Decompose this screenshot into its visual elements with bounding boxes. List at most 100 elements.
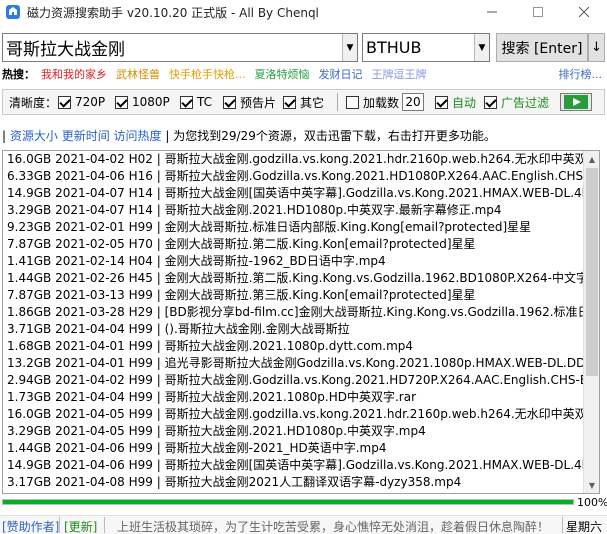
checkbox-label: 1080P (132, 95, 170, 109)
checkbox-box[interactable] (115, 95, 128, 109)
checkbox-label: 其它 (300, 95, 325, 110)
result-row[interactable]: 1.44GB 2021-02-26 H45 | 金刚大战哥斯拉.第二版.King… (3, 270, 584, 287)
clarity-label-text: 清晰度： (9, 95, 58, 110)
result-row[interactable]: 1.44GB 2021-04-06 H99 | 哥斯拉大战金刚-2021_HD英… (3, 440, 584, 457)
result-row[interactable]: 6.33GB 2021-04-06 H16 | 哥斯拉大战金刚.Godzilla… (3, 168, 584, 185)
maximize-icon[interactable] (515, 0, 561, 24)
result-summary: | 为您找到29/29个资源，双击迅雷下载，右击打开更多功能。 (165, 129, 496, 143)
sort-by-time-link[interactable]: 更新时间 (62, 129, 110, 143)
hot-search-bar: 热搜： 我和我的家乡 武林怪兽 快手枪手快枪... 夏洛特烦恼 发财日记 王牌逗… (2, 66, 605, 82)
checkbox-box[interactable] (180, 95, 193, 109)
window-title: 磁力资源搜索助手 v20.10.20 正式版 - All By Chenql (27, 5, 319, 20)
hot-item[interactable]: 夏洛特烦恼 (255, 66, 310, 82)
update-link[interactable]: [更新] (64, 518, 97, 534)
status-divider (562, 517, 563, 533)
vertical-scrollbar[interactable]: ▲ ▼ (583, 151, 599, 493)
clarity-label: 清晰度： (9, 94, 57, 110)
checkbox-ad-filter[interactable]: 广告过滤 (484, 94, 549, 110)
search-button[interactable]: 搜索 [Enter] (496, 33, 588, 62)
result-row[interactable]: 14.9GB 2021-04-06 H99 | 哥斯拉大战金刚[国英语中英字幕]… (3, 457, 584, 474)
result-row[interactable]: 1.86GB 2021-03-28 H29 | [BD影视分享bd-film.c… (3, 304, 584, 321)
checkbox-box[interactable] (346, 95, 359, 109)
ranking-link[interactable]: 排行榜... (559, 66, 603, 82)
scroll-thumb[interactable] (586, 168, 598, 376)
checkbox-box[interactable] (283, 95, 296, 109)
checkbox-other[interactable]: 其它 (283, 94, 324, 110)
checkbox-label: 广告过滤 (501, 95, 550, 110)
checkbox-label: TC (197, 95, 213, 109)
result-row[interactable]: 9.23GB 2021-02-01 H99 | 金刚大战哥斯拉.标准日语内部版.… (3, 219, 584, 236)
search-input[interactable] (3, 34, 343, 61)
progress-label: 100% (577, 496, 607, 509)
checkbox-box[interactable] (223, 95, 236, 109)
hot-item[interactable]: 我和我的家乡 (41, 66, 107, 82)
engine-dropdown-button[interactable]: ▼ (474, 34, 489, 61)
result-row[interactable]: 1.68GB 2021-04-01 H99 | 哥斯拉大战金刚.2021.108… (3, 338, 584, 355)
result-row[interactable]: 14.9GB 2021-04-07 H14 | 哥斯拉大战金刚[国英语中英字幕]… (3, 185, 584, 202)
hot-item[interactable]: 王牌逗王牌 (372, 66, 427, 82)
status-bar: [赞助作者] [更新] 上班生活极其琐碎，为了生计吃苦受累，身心憔悴无处消沮，趁… (0, 515, 607, 534)
result-row[interactable]: 1.41GB 2021-02-14 H04 | 金刚大战哥斯拉-1962_BD日… (3, 253, 584, 270)
checkbox-auto[interactable]: 自动 (435, 94, 476, 110)
scroll-up-icon[interactable]: ▲ (584, 151, 599, 167)
result-row[interactable]: 3.29GB 2021-04-05 H99 | 哥斯拉大战金刚.2021.HD1… (3, 423, 584, 440)
app-logo-icon (6, 5, 20, 19)
minimize-icon[interactable] (469, 0, 515, 24)
result-row[interactable]: 3.17GB 2021-04-08 H99 | 哥斯拉大战金刚2021人工翻译双… (3, 474, 584, 491)
result-row[interactable]: 7.87GB 2021-03-13 H99 | 金刚大战哥斯拉.第三版.King… (3, 287, 584, 304)
result-row[interactable]: 2.94GB 2021-04-02 H99 | 哥斯拉大战金刚.Godzilla… (3, 372, 584, 389)
result-row[interactable]: 3.71GB 2021-04-04 H99 | ().哥斯拉大战金刚.金刚大战哥… (3, 321, 584, 338)
checkbox-box[interactable] (435, 95, 448, 109)
checkbox-720p[interactable]: 720P (58, 94, 105, 110)
divider (337, 93, 338, 111)
checkbox-trailer[interactable]: 预告片 (223, 94, 276, 110)
checkbox-box[interactable] (58, 95, 71, 109)
result-row[interactable]: 3.29GB 2021-04-07 H14 | 哥斯拉大战金刚.2021.HD1… (3, 202, 584, 219)
hot-item[interactable]: 快手枪手快枪... (169, 66, 246, 82)
status-divider (104, 517, 105, 533)
checkbox-box[interactable] (484, 95, 497, 109)
sponsor-link[interactable]: [赞助作者] (2, 518, 59, 534)
result-list-body: 16.0GB 2021-04-02 H02 | 哥斯拉大战金刚.godzilla… (3, 151, 584, 493)
result-row[interactable]: 1.73GB 2021-04-04 H99 | 哥斯拉大战金刚.2021.108… (3, 389, 584, 406)
close-icon[interactable] (561, 0, 607, 24)
dropdown-arrow-icon: ▼ (478, 42, 486, 53)
checkbox-load-count[interactable]: 加载数 20 (346, 93, 425, 111)
load-count-input[interactable]: 20 (402, 93, 425, 111)
info-separator: | (2, 129, 10, 143)
status-message: 上班生活极其琐碎，为了生计吃苦受累，身心憔悴无处消沮，趁着假日休息陶醉！ (117, 520, 550, 534)
sort-by-heat-link[interactable]: 访问热度 (114, 129, 162, 143)
search-history-dropdown[interactable]: ▼ (342, 34, 357, 61)
hot-item[interactable]: 武林怪兽 (116, 66, 160, 82)
filter-panel: 清晰度： 720P 1080P TC 预告片 其它 加载数 20 自动 广告过滤 (2, 89, 605, 115)
dropdown-arrow-icon: ▼ (346, 42, 354, 53)
engine-value: BTHUB (366, 38, 422, 57)
title-bar: 磁力资源搜索助手 v20.10.20 正式版 - All By Chenql (0, 0, 607, 24)
result-list[interactable]: 16.0GB 2021-04-02 H02 | 哥斯拉大战金刚.godzilla… (2, 150, 600, 494)
sort-by-size-link[interactable]: 资源大小 (10, 129, 58, 143)
play-button[interactable] (560, 93, 592, 111)
play-icon (564, 95, 588, 109)
engine-select[interactable]: BTHUB ▼ (362, 33, 490, 62)
checkbox-label: 加载数 (363, 95, 400, 110)
result-row[interactable]: 13.2GB 2021-04-01 H99 | 追光寻影哥斯拉大战金刚Godzi… (3, 355, 584, 372)
result-row[interactable]: 16.0GB 2021-04-02 H02 | 哥斯拉大战金刚.godzilla… (3, 151, 584, 168)
checkbox-1080p[interactable]: 1080P (115, 94, 170, 110)
search-combobox[interactable]: ▼ (2, 33, 358, 62)
progress-bar (2, 499, 574, 505)
scroll-down-icon[interactable]: ▼ (584, 477, 599, 493)
search-row: ▼ BTHUB ▼ 搜索 [Enter] ↓ (0, 33, 607, 62)
result-row[interactable]: 7.87GB 2021-02-05 H70 | 金刚大战哥斯拉.第二版.King… (3, 236, 584, 253)
hot-item[interactable]: 发财日记 (319, 66, 363, 82)
weekday-label: 星期六 (566, 520, 603, 534)
checkbox-label: 自动 (452, 95, 477, 110)
checkbox-tc[interactable]: TC (180, 94, 212, 110)
window-controls (469, 0, 607, 24)
checkbox-label: 720P (75, 95, 106, 109)
checkbox-label: 预告片 (240, 95, 277, 110)
hot-label: 热搜： (2, 68, 35, 81)
search-split-button[interactable]: ↓ (588, 33, 605, 62)
progress-fill (3, 500, 573, 504)
result-row[interactable]: 16.0GB 2021-04-05 H99 | 哥斯拉大战金刚.godzilla… (3, 406, 584, 423)
result-info-bar: | 资源大小 更新时间 访问热度 | 为您找到29/29个资源，双击迅雷下载，右… (2, 127, 605, 144)
